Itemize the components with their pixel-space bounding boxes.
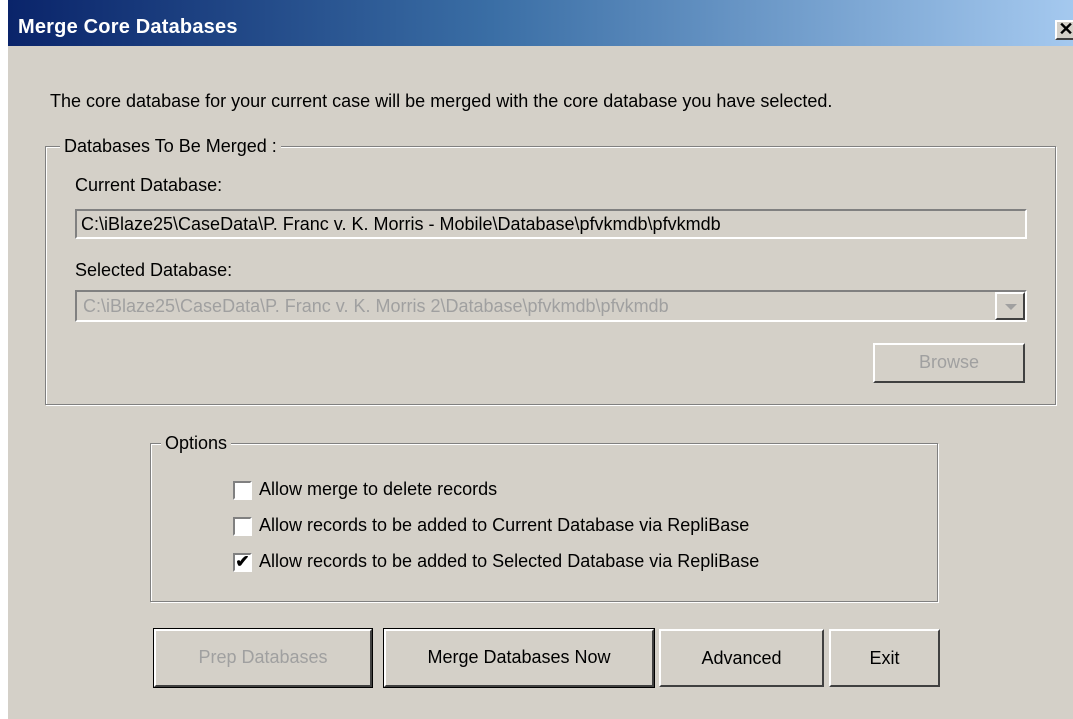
- window-title: Merge Core Databases: [18, 16, 238, 38]
- selected-database-label: Selected Database:: [75, 260, 233, 280]
- prep-databases-button[interactable]: Prep Databases: [153, 628, 373, 688]
- merge-databases-now-button[interactable]: Merge Databases Now: [383, 628, 655, 688]
- selected-database-value: C:\iBlaze25\CaseData\P. Franc v. K. Morr…: [83, 296, 669, 316]
- dropdown-button[interactable]: [995, 292, 1025, 320]
- options-group: Options Allow merge to delete records Al…: [150, 432, 938, 602]
- allow-add-current-label[interactable]: Allow records to be added to Current Dat…: [259, 515, 749, 536]
- advanced-button[interactable]: Advanced: [659, 629, 824, 687]
- current-database-field[interactable]: C:\iBlaze25\CaseData\P. Franc v. K. Morr…: [75, 209, 1027, 239]
- selected-database-combo[interactable]: C:\iBlaze25\CaseData\P. Franc v. K. Morr…: [75, 290, 1027, 322]
- databases-group: Databases To Be Merged : Current Databas…: [45, 135, 1056, 405]
- advanced-label: Advanced: [701, 648, 782, 668]
- allow-delete-label[interactable]: Allow merge to delete records: [259, 479, 497, 500]
- chevron-down-icon: [1005, 304, 1017, 310]
- close-icon: ✕: [1058, 19, 1073, 39]
- exit-button[interactable]: Exit: [829, 629, 940, 687]
- prep-databases-label: Prep Databases: [198, 647, 328, 667]
- close-button[interactable]: ✕: [1055, 20, 1073, 40]
- browse-button-label: Browse: [918, 352, 980, 372]
- merge-databases-now-label: Merge Databases Now: [427, 647, 611, 667]
- databases-group-label: Databases To Be Merged :: [60, 135, 281, 157]
- browse-button[interactable]: Browse: [873, 343, 1025, 383]
- allow-add-selected-label[interactable]: Allow records to be added to Selected Da…: [259, 551, 759, 572]
- allow-add-current-checkbox[interactable]: [233, 517, 252, 536]
- allow-delete-checkbox[interactable]: [233, 481, 252, 500]
- exit-label: Exit: [869, 648, 900, 668]
- options-group-label: Options: [161, 432, 232, 454]
- checkmark-icon: ✔: [235, 552, 250, 571]
- allow-add-selected-checkbox[interactable]: ✔: [233, 553, 252, 572]
- intro-text: The core database for your current case …: [50, 91, 833, 111]
- current-database-label: Current Database:: [75, 175, 223, 195]
- merge-dialog: Merge Core Databases ✕ The core database…: [0, 0, 1073, 719]
- title-bar[interactable]: Merge Core Databases ✕: [8, 0, 1073, 46]
